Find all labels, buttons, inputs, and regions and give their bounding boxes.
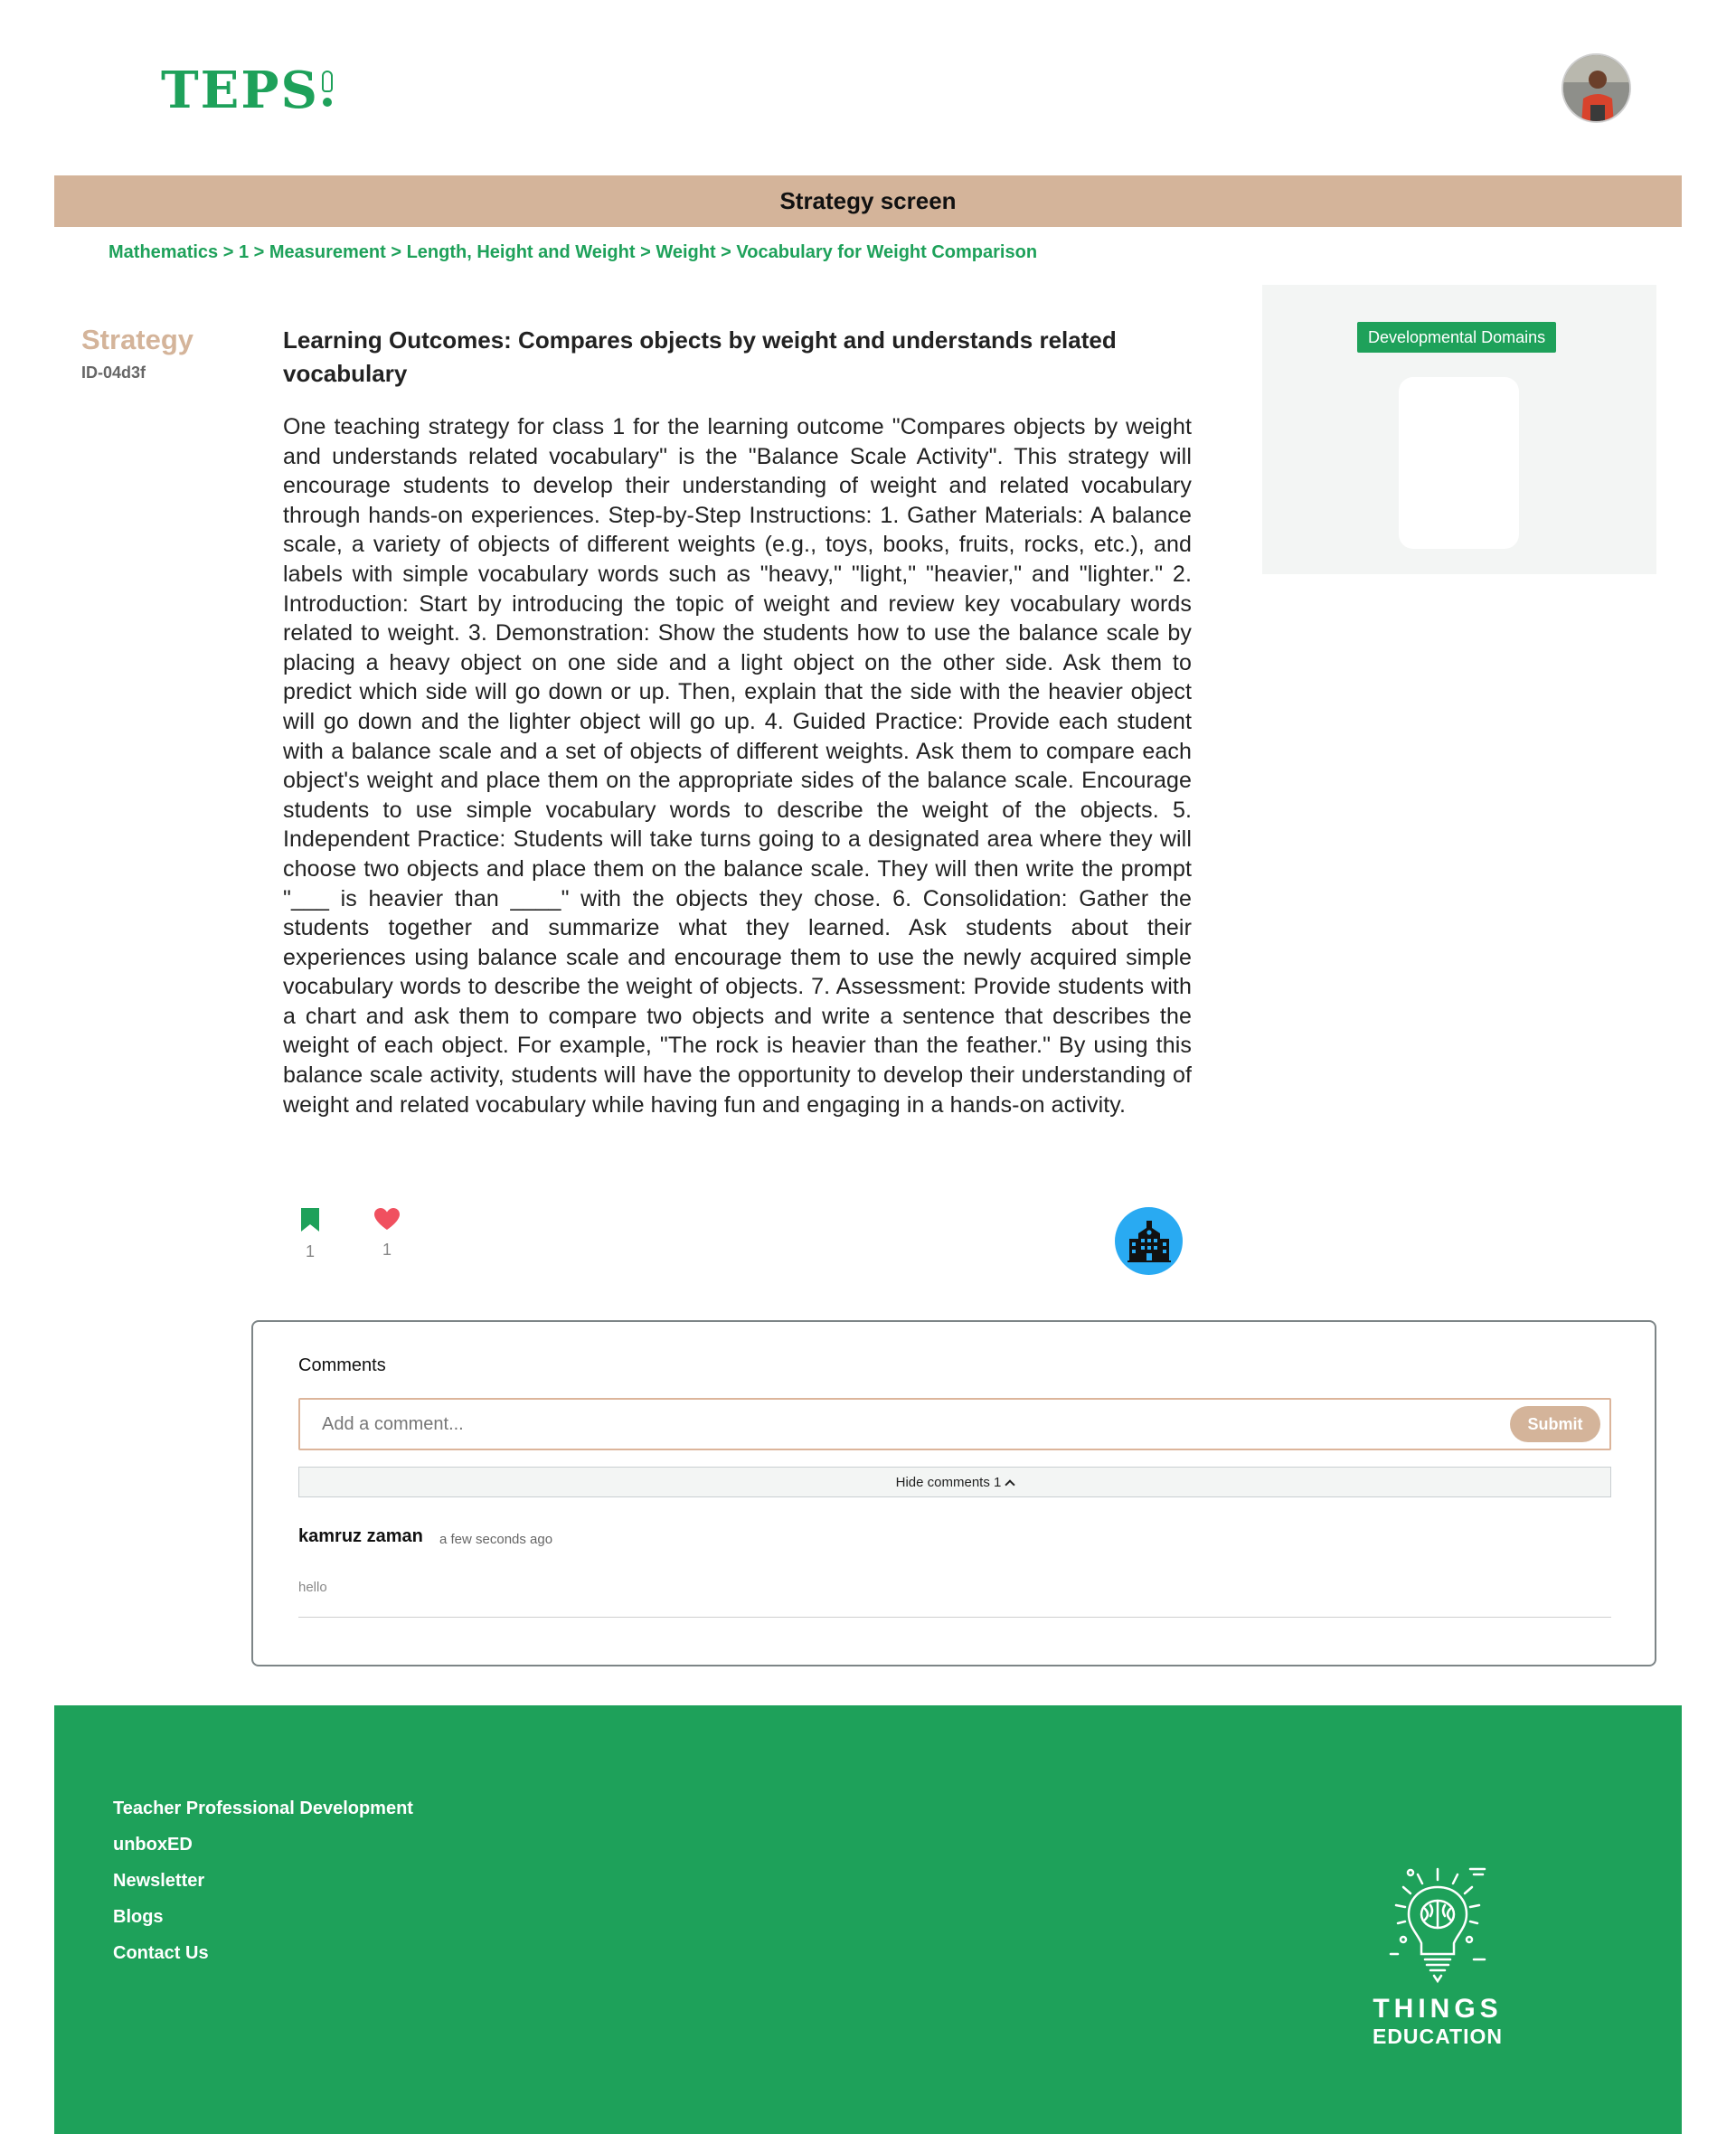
lightbulb-icon [321, 71, 334, 110]
footer: Teacher Professional Development unboxED… [54, 1705, 1682, 2134]
chevron-up-icon [1005, 1478, 1016, 1490]
developmental-domains-panel: Developmental Domains [1262, 285, 1656, 574]
submit-button[interactable]: Submit [1510, 1406, 1600, 1442]
school-button[interactable] [1115, 1207, 1183, 1275]
logo-line-things: THINGS [1373, 1994, 1503, 2024]
page-title: Strategy screen [779, 187, 957, 214]
things-education-logo[interactable]: THINGS EDUCATION [1356, 1864, 1519, 2049]
like-button[interactable]: 1 [369, 1207, 405, 1260]
comment-form: Submit [298, 1398, 1611, 1450]
hide-comments-button[interactable]: Hide comments 1 [298, 1467, 1611, 1497]
comments-section: Comments Submit Hide comments 1 kamruz z… [251, 1320, 1656, 1666]
bookmark-count: 1 [305, 1242, 315, 1260]
hide-comments-label: Hide comments 1 [895, 1474, 1002, 1490]
like-count: 1 [382, 1241, 392, 1259]
footer-link-newsletter[interactable]: Newsletter [113, 1863, 413, 1899]
strategy-content: Learning Outcomes: Compares objects by w… [283, 324, 1192, 1119]
teps-logo[interactable]: TEPS [161, 63, 334, 118]
comment-divider [298, 1617, 1611, 1618]
comment-input[interactable] [300, 1400, 1510, 1449]
comment-text: hello [298, 1580, 327, 1595]
bookmark-icon [301, 1208, 319, 1232]
logo-line-education: EDUCATION [1372, 2025, 1503, 2048]
strategy-id: ID-04d3f [81, 363, 146, 382]
logo-text: TEPS [161, 61, 319, 120]
comment-timestamp: a few seconds ago [439, 1532, 553, 1547]
lightbulb-brain-icon [1389, 1867, 1486, 1984]
footer-link-unboxed[interactable]: unboxED [113, 1827, 413, 1863]
learning-outcome: Learning Outcomes: Compares objects by w… [283, 326, 1117, 387]
strategy-description: One teaching strategy for class 1 for th… [283, 414, 1192, 1118]
heart-icon [374, 1208, 400, 1230]
strategy-actions: 1 1 [283, 1207, 1187, 1279]
breadcrumb[interactable]: Mathematics > 1 > Measurement > Length, … [108, 242, 1037, 263]
comments-title: Comments [298, 1355, 386, 1375]
footer-link-contact-us[interactable]: Contact Us [113, 1935, 413, 1971]
footer-link-blogs[interactable]: Blogs [113, 1899, 413, 1935]
comment-author: kamruz zaman [298, 1526, 423, 1546]
footer-link-teacher-professional-development[interactable]: Teacher Professional Development [113, 1790, 413, 1827]
avatar[interactable] [1561, 53, 1631, 123]
developmental-domains-badge[interactable]: Developmental Domains [1357, 322, 1557, 353]
page-title-bar: Strategy screen [54, 175, 1682, 227]
school-icon [1127, 1220, 1171, 1262]
footer-links: Teacher Professional Development unboxED… [113, 1790, 413, 1971]
domain-card[interactable] [1399, 377, 1519, 549]
bookmark-button[interactable]: 1 [292, 1207, 328, 1261]
strategy-label: Strategy [81, 324, 194, 355]
user-photo-icon [1563, 55, 1629, 121]
